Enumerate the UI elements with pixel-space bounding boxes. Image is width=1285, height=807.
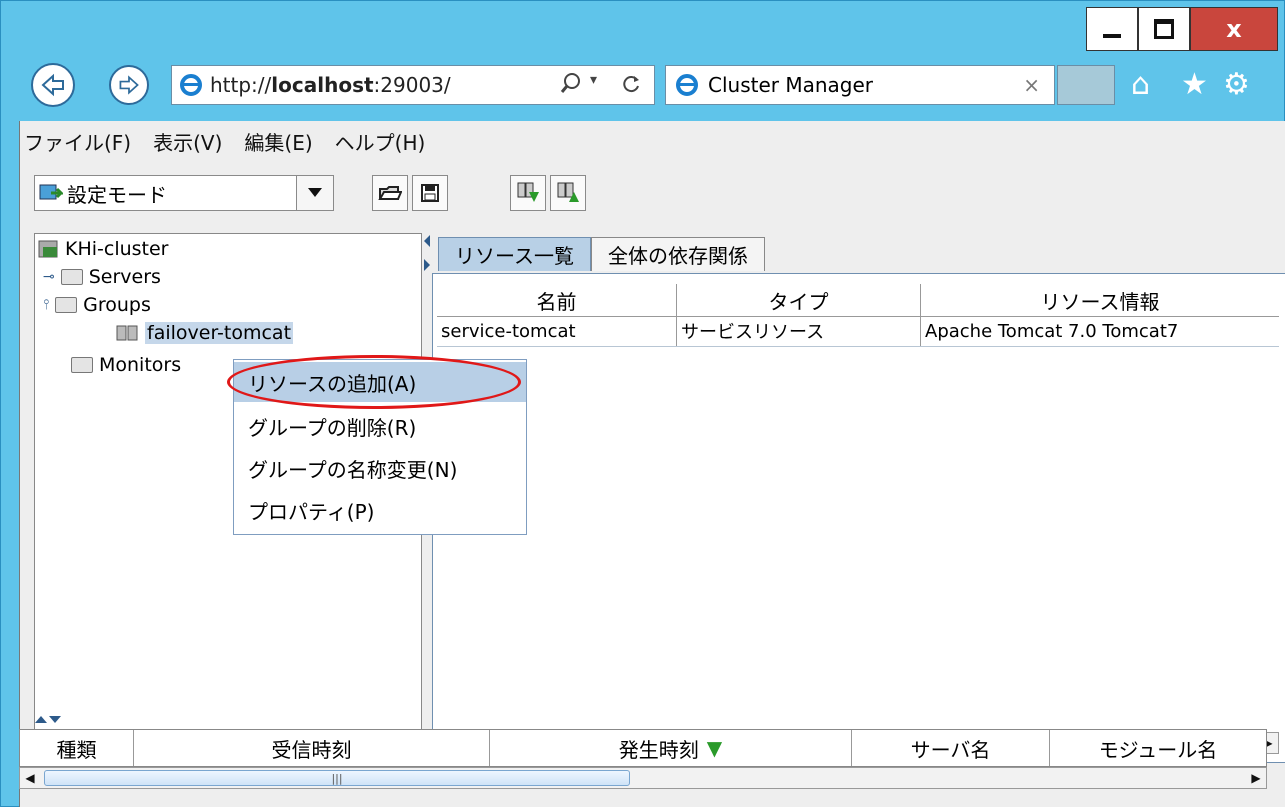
panel-tabs: リソース一覧 全体の依存関係 <box>438 237 765 271</box>
collapse-icon[interactable]: ⫯ <box>43 297 49 313</box>
upload-config-button[interactable] <box>550 175 586 211</box>
tab-title: Cluster Manager <box>708 73 874 97</box>
folder-icon <box>55 297 78 313</box>
cell-info: Apache Tomcat 7.0 Tomcat7 <box>925 320 1179 342</box>
cell-name: service-tomcat <box>437 316 677 346</box>
log-column-received[interactable]: 受信時刻 <box>134 730 490 766</box>
home-icon[interactable]: ⌂ <box>1131 65 1150 105</box>
log-column-occurred[interactable]: 発生時刻 ▼ <box>490 730 852 766</box>
scroll-thumb[interactable]: ||| <box>44 770 630 786</box>
forward-button[interactable] <box>109 65 149 105</box>
dropdown-icon[interactable]: ▾ <box>590 72 597 88</box>
log-scrollbar[interactable]: ◀ ||| ▶ <box>19 767 1267 789</box>
log-column-module[interactable]: モジュール名 <box>1050 730 1266 766</box>
refresh-icon[interactable] <box>620 72 642 101</box>
download-config-button[interactable] <box>510 175 546 211</box>
gear-icon[interactable]: ⚙ <box>1223 65 1250 105</box>
table-row[interactable]: service-tomcat サービスリソース Apache Tomcat 7.… <box>437 316 1279 347</box>
search-icon[interactable] <box>560 72 582 101</box>
log-column-kind[interactable]: 種類 <box>20 730 134 766</box>
tree-servers-label: Servers <box>88 266 161 288</box>
log-column-occurred-label: 発生時刻 <box>618 737 699 762</box>
tree-groups[interactable]: ⫯ Groups <box>43 294 151 316</box>
scroll-left-icon[interactable]: ◀ <box>20 768 40 788</box>
tree-group-item[interactable]: failover-tomcat <box>115 322 294 344</box>
browser-tab[interactable]: Cluster Manager × <box>665 65 1055 105</box>
column-type[interactable]: タイプ <box>677 284 921 316</box>
group-icon <box>116 325 138 341</box>
resource-panel: リソース一覧 全体の依存関係 名前 タイプ リソース情報 service-tom… <box>432 233 1285 763</box>
menu-help[interactable]: ヘルプ(H) <box>335 127 426 156</box>
tab-dependencies[interactable]: 全体の依存関係 <box>591 237 765 271</box>
back-arrow-icon <box>41 73 64 97</box>
close-button[interactable]: x <box>1190 7 1278 51</box>
table-header: 名前 タイプ リソース情報 <box>437 284 1279 317</box>
resource-table: 名前 タイプ リソース情報 service-tomcat サービスリソース Ap… <box>432 273 1285 763</box>
servers-up-icon <box>557 182 579 202</box>
folder-open-icon <box>378 186 402 200</box>
ie-logo-icon <box>676 74 698 96</box>
chevron-down-icon[interactable] <box>296 176 333 210</box>
ie-logo-icon <box>180 74 202 96</box>
url-prefix: http:// <box>210 73 272 97</box>
tree-groups-label: Groups <box>83 294 151 316</box>
menu-bar: ファイル(F) 表示(V) 編集(E) ヘルプ(H) <box>24 127 425 156</box>
column-name[interactable]: 名前 <box>437 284 677 316</box>
tree-group-item-label: failover-tomcat <box>145 322 294 344</box>
url-suffix: :29003/ <box>373 73 451 97</box>
menu-item-delete-group[interactable]: グループの削除(R) <box>234 406 526 446</box>
menu-edit[interactable]: 編集(E) <box>244 127 312 156</box>
url-host: localhost <box>271 73 374 97</box>
tab-resource-list[interactable]: リソース一覧 <box>438 237 591 271</box>
folder-icon <box>60 269 83 285</box>
highlight-oval <box>227 355 521 409</box>
minimize-icon <box>1103 34 1121 38</box>
log-column-server[interactable]: サーバ名 <box>852 730 1050 766</box>
tree-monitors[interactable]: Monitors <box>71 354 181 376</box>
sort-desc-icon: ▼ <box>706 736 723 760</box>
tree-root-label: KHi-cluster <box>65 238 169 260</box>
menu-view[interactable]: 表示(V) <box>153 127 222 156</box>
mode-icon <box>39 184 63 200</box>
close-icon: x <box>1226 15 1242 43</box>
scroll-right-icon[interactable]: ▶ <box>1246 768 1266 788</box>
new-tab-button[interactable] <box>1057 65 1115 105</box>
expand-icon[interactable]: ⊸ <box>43 269 55 285</box>
open-button[interactable] <box>372 175 408 211</box>
back-button[interactable] <box>31 63 75 107</box>
folder-icon <box>71 357 93 373</box>
star-icon[interactable]: ★ <box>1181 65 1208 105</box>
split-toggle-icon[interactable] <box>33 713 63 725</box>
menu-item-rename-group[interactable]: グループの名称変更(N) <box>234 448 526 488</box>
column-info[interactable]: リソース情報 <box>921 284 1279 316</box>
maximize-button[interactable] <box>1138 7 1190 51</box>
tab-close-icon[interactable]: × <box>1023 73 1040 97</box>
log-table-header: 種類 受信時刻 発生時刻 ▼ サーバ名 モジュール名 <box>19 729 1267 767</box>
tree-monitors-label: Monitors <box>99 354 182 376</box>
menu-item-properties[interactable]: プロパティ(P) <box>234 490 526 530</box>
cluster-icon <box>38 240 58 258</box>
mode-value: 設定モード <box>67 182 167 207</box>
cluster-manager-app: ファイル(F) 表示(V) 編集(E) ヘルプ(H) 設定モード KHi-clu… <box>19 121 1285 807</box>
menu-file[interactable]: ファイル(F) <box>24 127 131 156</box>
tree-root[interactable]: KHi-cluster <box>37 238 169 260</box>
save-button[interactable] <box>412 175 448 211</box>
servers-down-icon <box>517 182 539 202</box>
floppy-icon <box>421 184 439 202</box>
minimize-button[interactable] <box>1086 7 1138 51</box>
browser-window: x http://localhost:29003/ ▾ Cluster Mana… <box>0 0 1285 807</box>
tree-servers[interactable]: ⊸ Servers <box>43 266 161 288</box>
address-bar[interactable]: http://localhost:29003/ ▾ <box>171 65 655 105</box>
forward-arrow-icon <box>119 75 139 95</box>
cell-type: サービスリソース <box>677 316 921 346</box>
mode-select[interactable]: 設定モード <box>34 175 334 211</box>
maximize-icon <box>1154 19 1174 39</box>
